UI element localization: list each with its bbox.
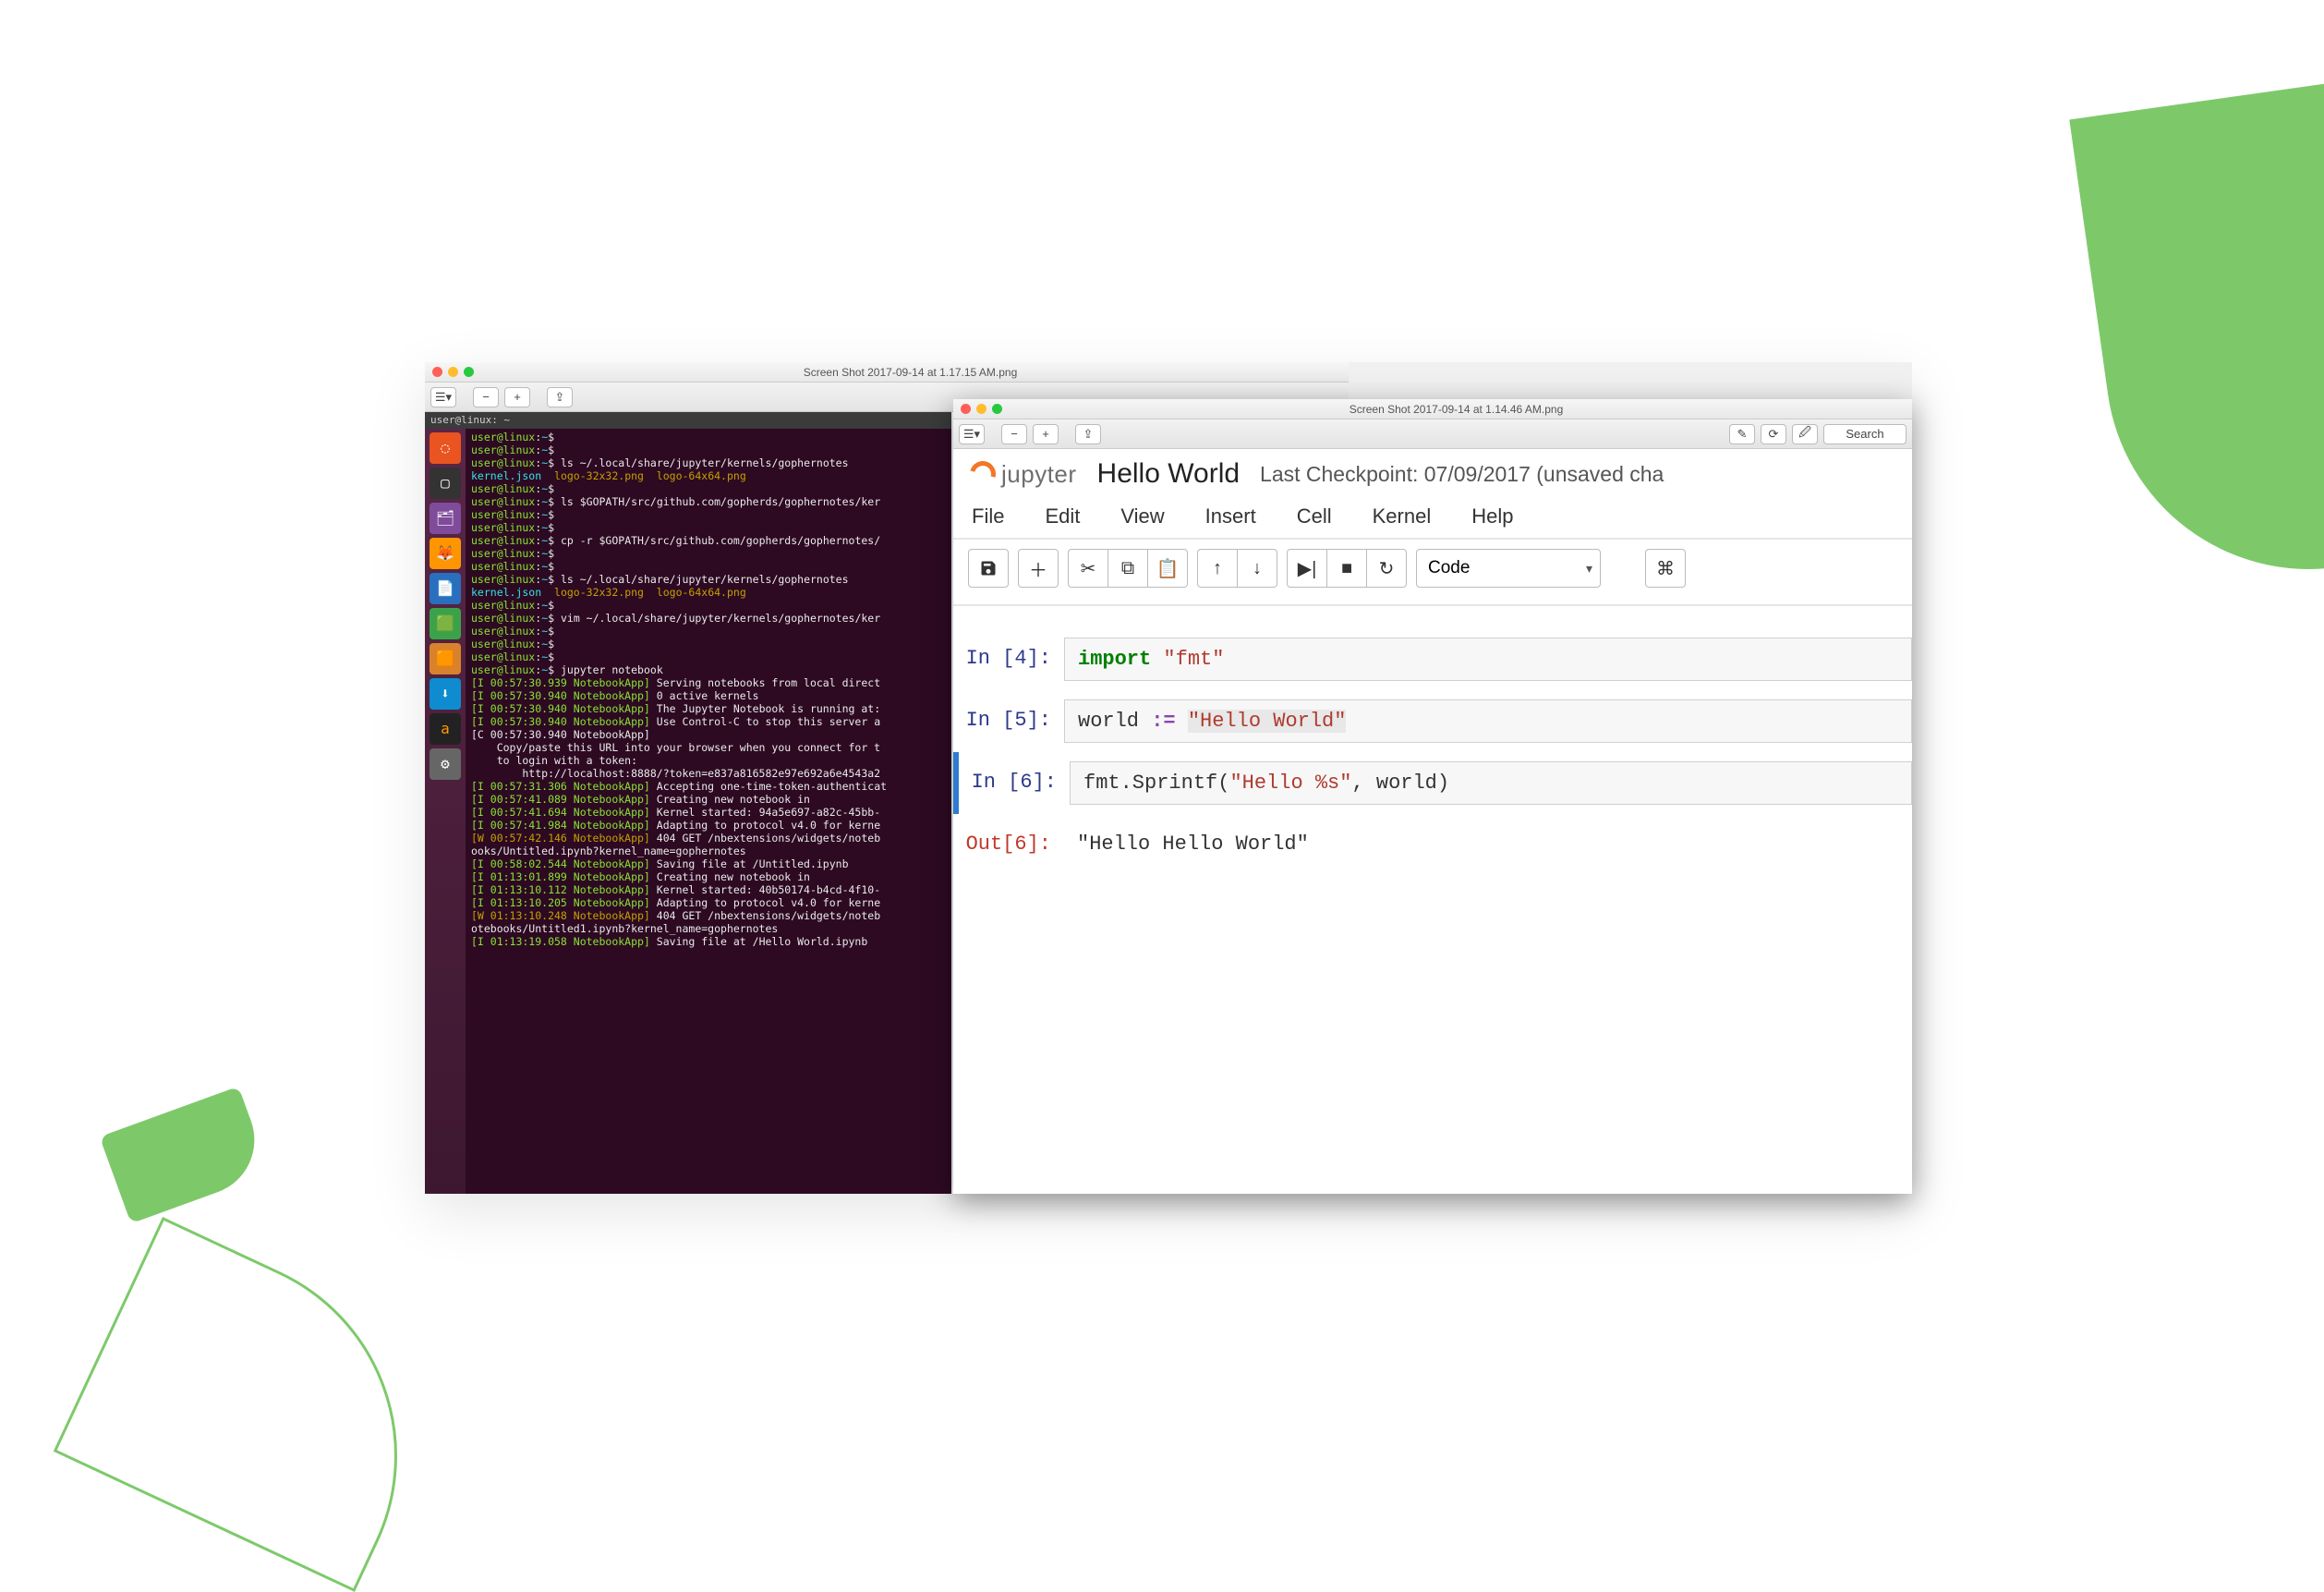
- window-title: Screen Shot 2017-09-14 at 1.17.15 AM.png: [479, 366, 1341, 379]
- traffic-lights[interactable]: [961, 404, 1002, 414]
- menu-kernel[interactable]: Kernel: [1373, 504, 1432, 529]
- zoom-out-icon[interactable]: −: [1001, 424, 1027, 444]
- window-titlebar: Screen Shot 2017-09-14 at 1.17.15 AM.png: [425, 362, 1349, 383]
- move-up-button[interactable]: ↑: [1197, 549, 1238, 588]
- menu-view[interactable]: View: [1120, 504, 1164, 529]
- close-icon[interactable]: [961, 404, 971, 414]
- search-field[interactable]: Search: [1823, 424, 1906, 444]
- rotate-icon[interactable]: ⟳: [1761, 424, 1786, 444]
- screenshot-stage: Screen Shot 2017-09-14 at 1.17.15 AM.png…: [425, 362, 1912, 1194]
- software-icon[interactable]: ⬇: [430, 678, 461, 710]
- copy-button[interactable]: ⧉: [1108, 549, 1148, 588]
- menu-help[interactable]: Help: [1471, 504, 1513, 529]
- in-prompt: In [6]:: [959, 761, 1070, 794]
- restart-button[interactable]: ↻: [1366, 549, 1407, 588]
- amazon-icon[interactable]: a: [430, 713, 461, 745]
- code-cell[interactable]: In [5]:world := "Hello World": [953, 690, 1912, 752]
- zoom-icon[interactable]: [992, 404, 1002, 414]
- decor-shape-left-1: [100, 1087, 271, 1224]
- zoom-out-icon[interactable]: −: [473, 387, 499, 407]
- zoom-in-icon[interactable]: +: [504, 387, 530, 407]
- preview-window-front: Screen Shot 2017-09-14 at 1.14.46 AM.png…: [953, 399, 1912, 1194]
- cut-button[interactable]: ✂: [1068, 549, 1108, 588]
- in-prompt: In [5]:: [953, 699, 1064, 732]
- zoom-icon[interactable]: [464, 367, 474, 377]
- code-input[interactable]: fmt.Sprintf("Hello %s", world): [1070, 761, 1912, 805]
- stop-button[interactable]: ■: [1326, 549, 1367, 588]
- save-button[interactable]: [968, 549, 1009, 588]
- move-down-button[interactable]: ↓: [1237, 549, 1277, 588]
- notebook-cells: In [4]:import "fmt"In [5]:world := "Hell…: [953, 606, 1912, 896]
- impress-icon[interactable]: 🟧: [430, 643, 461, 674]
- window-titlebar: Screen Shot 2017-09-14 at 1.14.46 AM.png: [953, 399, 1912, 419]
- command-palette-button[interactable]: ⌘: [1645, 549, 1686, 588]
- terminal-titlebar: user@linux: ~: [425, 412, 951, 429]
- code-cell[interactable]: In [6]:fmt.Sprintf("Hello %s", world): [953, 752, 1912, 814]
- minimize-icon[interactable]: [976, 404, 986, 414]
- files-icon[interactable]: 🗂: [430, 503, 461, 534]
- jupyter-logo-icon: [965, 456, 1000, 492]
- jupyter-toolbar: ＋ ✂ ⧉ 📋 ↑ ↓ ▶| ■ ↻ Code ⌘: [953, 540, 1912, 606]
- ubuntu-launcher[interactable]: ◌ ▢ 🗂 🦊 📄 🟩 🟧 ⬇ a ⚙: [425, 412, 466, 1194]
- paste-button[interactable]: 📋: [1147, 549, 1188, 588]
- jupyter-menubar: File Edit View Insert Cell Kernel Help: [953, 499, 1912, 540]
- decor-shape-left-2: [54, 1217, 465, 1592]
- preview-toolbar: ☰▾ − + ⇪ ✎ ⟳ 🖉 Search: [953, 419, 1912, 449]
- menu-cell[interactable]: Cell: [1297, 504, 1332, 529]
- zoom-in-icon[interactable]: +: [1033, 424, 1059, 444]
- jupyter-logo[interactable]: jupyter: [970, 460, 1077, 489]
- markup-icon[interactable]: 🖉: [1792, 424, 1818, 444]
- window-title: Screen Shot 2017-09-14 at 1.14.46 AM.png: [1008, 403, 1905, 416]
- menu-insert[interactable]: Insert: [1205, 504, 1256, 529]
- share-icon[interactable]: ⇪: [547, 387, 573, 407]
- ubuntu-dash-icon[interactable]: ◌: [430, 432, 461, 464]
- jupyter-header: jupyter Hello World Last Checkpoint: 07/…: [953, 449, 1912, 499]
- code-cell[interactable]: In [4]:import "fmt": [953, 628, 1912, 690]
- add-cell-button[interactable]: ＋: [1018, 549, 1059, 588]
- menu-edit[interactable]: Edit: [1045, 504, 1080, 529]
- settings-icon[interactable]: ⚙: [430, 748, 461, 780]
- output-row: Out[6]:"Hello Hello World": [953, 814, 1912, 874]
- minimize-icon[interactable]: [448, 367, 458, 377]
- decor-shape-right: [2069, 71, 2324, 596]
- notebook-title[interactable]: Hello World: [1097, 458, 1241, 490]
- menu-file[interactable]: File: [972, 504, 1004, 529]
- writer-icon[interactable]: 📄: [430, 573, 461, 604]
- cell-type-select[interactable]: Code: [1416, 549, 1601, 588]
- code-input[interactable]: world := "Hello World": [1064, 699, 1912, 743]
- out-prompt: Out[6]:: [953, 823, 1064, 856]
- run-button[interactable]: ▶|: [1287, 549, 1327, 588]
- output-text: "Hello Hello World": [1064, 823, 1912, 865]
- terminal-output: user@linux:~$ user@linux:~$ user@linux:~…: [466, 412, 951, 1194]
- terminal-icon[interactable]: ▢: [430, 468, 461, 499]
- share-icon[interactable]: ⇪: [1075, 424, 1101, 444]
- traffic-lights[interactable]: [432, 367, 474, 377]
- firefox-icon[interactable]: 🦊: [430, 538, 461, 569]
- edit-icon[interactable]: ✎: [1729, 424, 1755, 444]
- checkpoint-text: Last Checkpoint: 07/09/2017 (unsaved cha: [1260, 462, 1664, 487]
- close-icon[interactable]: [432, 367, 442, 377]
- calc-icon[interactable]: 🟩: [430, 608, 461, 639]
- in-prompt: In [4]:: [953, 638, 1064, 670]
- sidebar-toggle-icon[interactable]: ☰▾: [430, 387, 456, 407]
- code-input[interactable]: import "fmt": [1064, 638, 1912, 681]
- terminal-window: user@linux: ~ ◌ ▢ 🗂 🦊 📄 🟩 🟧 ⬇ a ⚙ user@l…: [425, 412, 951, 1194]
- jupyter-logo-text: jupyter: [1001, 460, 1077, 489]
- sidebar-toggle-icon[interactable]: ☰▾: [959, 424, 985, 444]
